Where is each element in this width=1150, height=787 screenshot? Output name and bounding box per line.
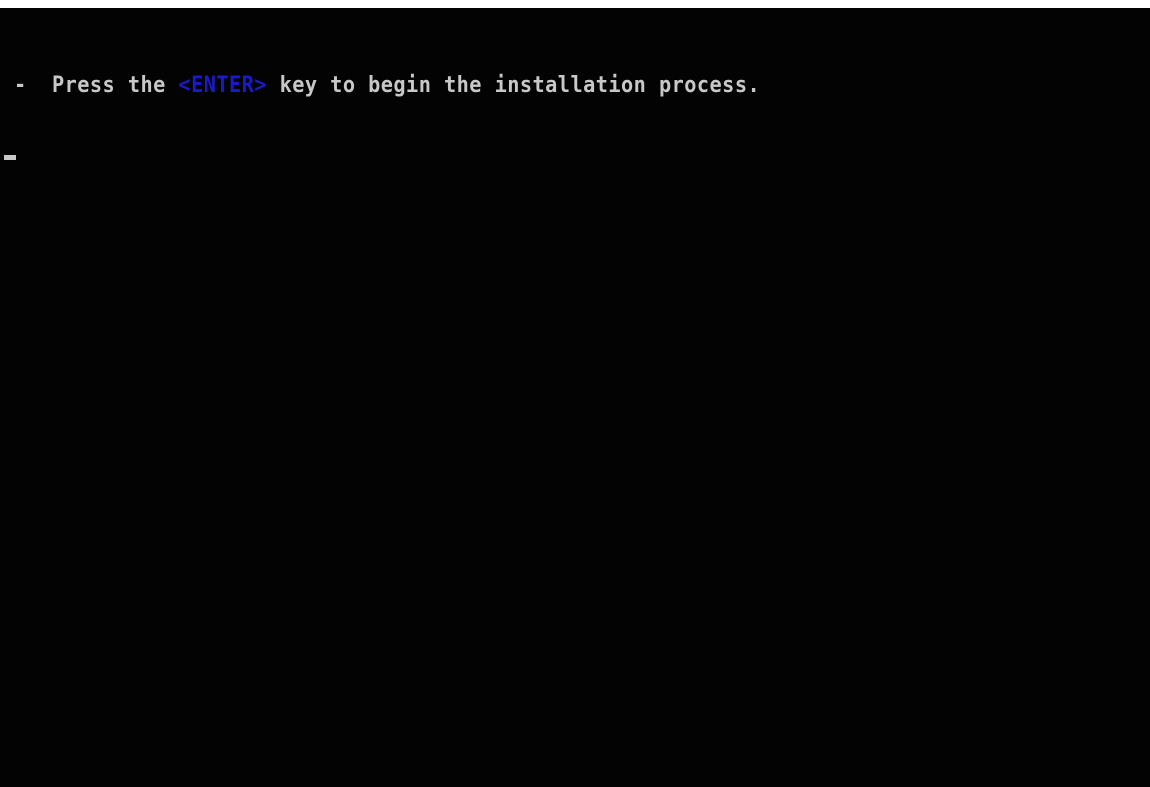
top-border: [0, 0, 1150, 8]
bullet-dash: -: [14, 73, 27, 98]
text-cursor: [4, 155, 16, 160]
install-instruction-line: - Press the <ENTER> key to begin the ins…: [14, 70, 760, 102]
enter-key-label: <ENTER>: [178, 73, 267, 98]
instruction-text-before: Press the: [51, 73, 166, 98]
instruction-text-after: key to begin the installation process.: [279, 73, 761, 98]
console-screen: - Press the <ENTER> key to begin the ins…: [0, 0, 1150, 787]
